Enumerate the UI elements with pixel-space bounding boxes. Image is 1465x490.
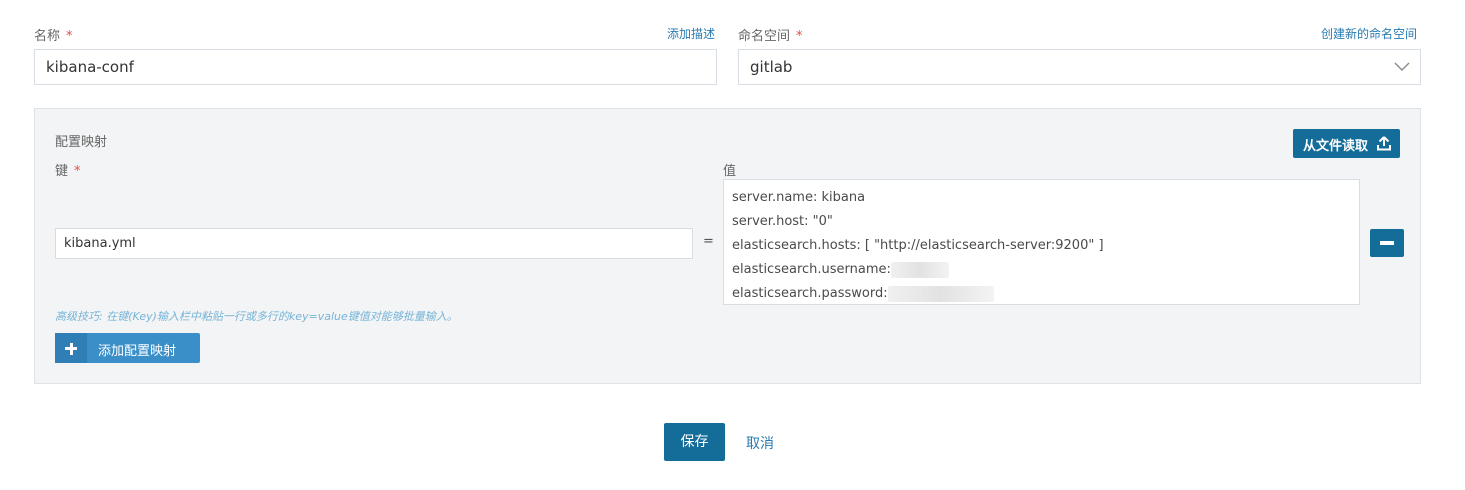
required-mark: * [66, 29, 73, 44]
chevron-down-icon [1394, 62, 1410, 71]
redacted-text [890, 261, 949, 278]
namespace-label: 命名空间 * [738, 25, 803, 44]
name-input[interactable]: kibana-conf [34, 49, 717, 85]
minus-icon [1380, 241, 1394, 245]
required-mark: * [74, 164, 81, 179]
add-description-link[interactable]: 添加描述 [667, 25, 715, 42]
namespace-value: gitlab [750, 58, 793, 76]
name-label: 名称 * [34, 25, 73, 44]
plus-icon [55, 333, 87, 363]
remove-mapping-button[interactable] [1370, 229, 1404, 257]
redacted-text [887, 285, 994, 302]
namespace-select[interactable]: gitlab [738, 49, 1421, 85]
value-line: elasticsearch.password: [732, 286, 888, 301]
key-label-text: 键 [55, 164, 69, 179]
config-map-title: 配置映射 [55, 135, 108, 150]
key-label: 键 * [55, 160, 81, 179]
equals-sign: = [703, 234, 714, 249]
create-namespace-link[interactable]: 创建新的命名空间 [1321, 25, 1417, 42]
value-line: elasticsearch.hosts: [ "http://elasticse… [732, 238, 1104, 253]
add-mapping-label: 添加配置映射 [98, 344, 177, 359]
value-line: elasticsearch.username: [732, 262, 891, 277]
name-label-text: 名称 [34, 29, 61, 44]
cancel-link[interactable]: 取消 [746, 433, 774, 453]
upload-icon [1377, 136, 1391, 151]
value-line: server.name: kibana [732, 190, 866, 205]
key-input[interactable]: kibana.yml [55, 228, 693, 259]
required-mark: * [796, 29, 803, 44]
namespace-label-text: 命名空间 [738, 29, 791, 44]
read-from-file-label: 从文件读取 [1303, 139, 1369, 154]
value-line: server.host: "0" [732, 214, 833, 229]
add-mapping-button[interactable]: 添加配置映射 [55, 333, 200, 363]
value-label: 值 [723, 164, 737, 179]
save-button[interactable]: 保存 [664, 423, 725, 461]
read-from-file-button[interactable]: 从文件读取 [1293, 129, 1400, 158]
batch-input-tip: 高级技巧: 在键(Key)输入栏中粘贴一行或多行的key=value键值对能够批… [55, 310, 458, 323]
value-textarea[interactable]: server.name: kibana server.host: "0" ela… [723, 179, 1360, 305]
